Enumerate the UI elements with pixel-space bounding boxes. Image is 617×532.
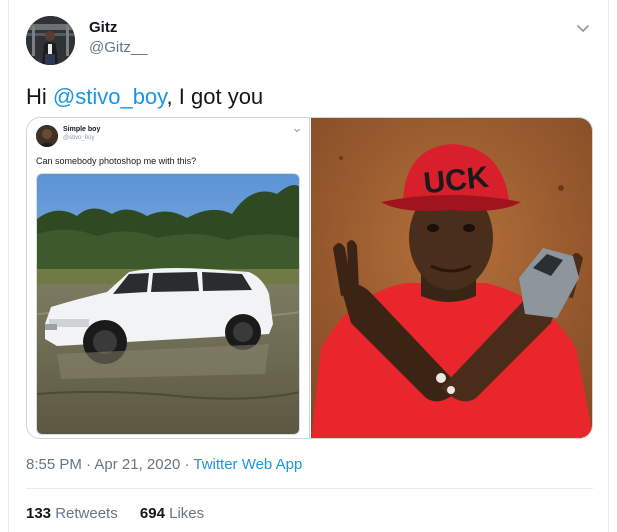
embedded-author-name: Simple boy: [63, 126, 101, 133]
white-suv-photo-icon: [37, 174, 299, 434]
chevron-down-icon[interactable]: [575, 20, 591, 36]
likes-count: 694: [139, 505, 165, 522]
man-photo[interactable]: UCK: [311, 118, 592, 438]
likes-label: Likes: [164, 505, 205, 522]
author-name[interactable]: Gitz: [89, 19, 117, 36]
tweet-text-rest: , I got you: [166, 84, 264, 109]
suv-photo: [36, 173, 300, 435]
avatar-photo-icon: [26, 16, 75, 65]
author-avatar[interactable]: [26, 16, 75, 65]
embedded-avatar: [36, 125, 58, 147]
tweet-text: Hi @stivo_boy, I got you: [26, 84, 263, 110]
author-handle[interactable]: @Gitz__: [89, 39, 148, 56]
cap-text: UCK: [422, 161, 490, 201]
embedded-tweet-screenshot[interactable]: Simple boy @stivo_boy Can somebody photo…: [27, 118, 310, 438]
man-red-cap-toy-car-photo-icon: UCK: [311, 118, 592, 438]
retweets-stat[interactable]: 133 Retweets: [26, 505, 118, 522]
meta-separator: ·: [180, 456, 194, 473]
meta-separator: ·: [81, 456, 95, 473]
tweet-source-link[interactable]: Twitter Web App: [193, 456, 302, 473]
embedded-tweet-text: Can somebody photoshop me with this?: [36, 156, 197, 166]
tweet-stats: 133 Retweets 694 Likes: [26, 505, 222, 522]
tweet-media[interactable]: Simple boy @stivo_boy Can somebody photo…: [26, 117, 593, 439]
tweet-text-greeting: Hi: [26, 84, 53, 109]
retweets-count: 133: [26, 505, 52, 522]
embedded-chevron-icon: [294, 128, 300, 133]
mention-link[interactable]: @stivo_boy: [53, 84, 167, 109]
tweet-time[interactable]: 8:55 PM: [26, 456, 82, 473]
embedded-avatar-icon: [36, 125, 58, 147]
divider: [26, 488, 593, 489]
tweet-meta: 8:55 PM · Apr 21, 2020 · Twitter Web App: [26, 456, 302, 473]
embedded-author-handle: @stivo_boy: [63, 135, 95, 141]
likes-stat[interactable]: 694 Likes: [140, 505, 204, 522]
retweets-label: Retweets: [51, 505, 118, 522]
tweet-card: Gitz @Gitz__ Hi @stivo_boy, I got you Si…: [8, 0, 609, 532]
tweet-date[interactable]: Apr 21, 2020: [94, 456, 180, 473]
